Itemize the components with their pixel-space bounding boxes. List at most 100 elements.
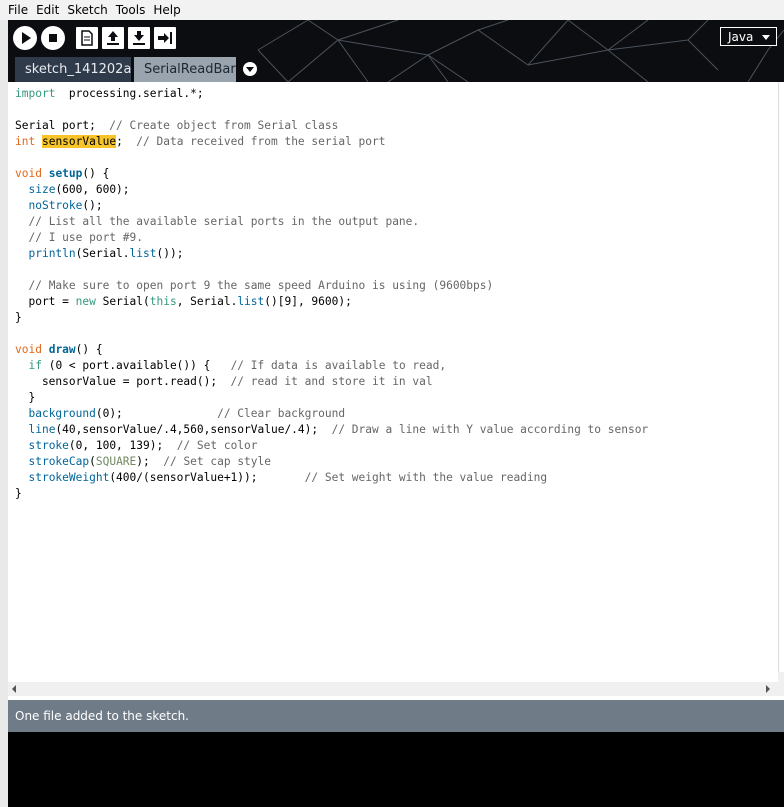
code-line[interactable]: void draw() { — [15, 342, 648, 358]
scroll-left-icon[interactable] — [12, 685, 16, 693]
code-token: ( — [89, 455, 96, 468]
code-line[interactable]: // List all the available serial ports i… — [15, 214, 648, 230]
menu-edit[interactable]: Edit — [36, 3, 59, 17]
code-token: void — [15, 167, 42, 180]
code-token: } — [15, 311, 22, 324]
export-icon — [158, 32, 172, 44]
code-token: strokeWeight — [28, 471, 110, 484]
code-line[interactable]: // Make sure to open port 9 the same spe… — [15, 278, 648, 294]
code-line[interactable]: if (0 < port.available()) { // If data i… — [15, 358, 648, 374]
chevron-down-icon — [762, 35, 770, 40]
code-line[interactable]: strokeCap(SQUARE); // Set cap style — [15, 454, 648, 470]
play-icon — [22, 32, 31, 44]
code-token: (0, 100, 139); — [68, 439, 177, 452]
code-token: if — [28, 359, 42, 372]
code-line[interactable]: import processing.serial.*; — [15, 86, 648, 102]
vertical-scrollbar[interactable] — [778, 82, 784, 682]
status-bar: One file added to the sketch. — [8, 700, 784, 732]
code-token: ()); — [156, 247, 184, 260]
code-line[interactable]: Serial port; // Create object from Seria… — [15, 118, 648, 134]
code-line[interactable]: noStroke(); — [15, 198, 648, 214]
code-token: int — [15, 135, 36, 148]
code-line[interactable]: strokeWeight(400/(sensorValue+1)); // Se… — [15, 470, 648, 486]
code-token: // If data is available to read, — [230, 359, 447, 372]
code-token: stroke — [28, 439, 69, 452]
code-line[interactable]: } — [15, 390, 648, 406]
code-token: import — [15, 87, 56, 100]
code-token: noStroke — [28, 199, 83, 212]
code-text[interactable]: import processing.serial.*; Serial port; … — [15, 86, 648, 502]
code-token: // Set color — [176, 439, 258, 452]
code-line[interactable]: } — [15, 486, 648, 502]
stop-button[interactable] — [41, 26, 65, 50]
tab-sketch-141202a[interactable]: sketch_141202a — [15, 57, 131, 82]
code-line[interactable]: } — [15, 310, 648, 326]
code-line[interactable]: stroke(0, 100, 139); // Set color — [15, 438, 648, 454]
code-line[interactable]: size(600, 600); — [15, 182, 648, 198]
code-line[interactable] — [15, 150, 648, 166]
code-token: draw — [48, 343, 76, 356]
toolbar: Java sketch_141202a SerialReadBar — [8, 20, 784, 82]
open-icon — [107, 31, 119, 45]
code-token: // Draw a line with Y value according to… — [331, 423, 649, 436]
code-token: // Set weight with the value reading — [304, 471, 548, 484]
mode-label: Java — [728, 29, 754, 44]
code-token: } — [15, 391, 36, 404]
code-line[interactable]: // I use port #9. — [15, 230, 648, 246]
code-token: port = — [15, 295, 76, 308]
code-token: Serial port; — [15, 119, 110, 132]
code-line[interactable]: void setup() { — [15, 166, 648, 182]
code-line[interactable] — [15, 326, 648, 342]
scroll-right-icon[interactable] — [766, 685, 770, 693]
code-line[interactable] — [15, 102, 648, 118]
mode-selector[interactable]: Java — [720, 27, 777, 46]
code-token: void — [15, 343, 42, 356]
open-button[interactable] — [102, 27, 124, 49]
code-token: ); — [136, 455, 157, 468]
code-token: (0); — [95, 407, 218, 420]
code-token: strokeCap — [28, 455, 90, 468]
code-token: // Clear background — [217, 407, 346, 420]
code-line[interactable]: sensorValue = port.read(); // read it an… — [15, 374, 648, 390]
code-line[interactable]: line(40,sensorValue/.4,560,sensorValue/.… — [15, 422, 648, 438]
code-editor[interactable]: import processing.serial.*; Serial port; … — [8, 82, 778, 682]
menu-file[interactable]: File — [8, 3, 28, 17]
code-token: list — [129, 247, 157, 260]
console-output[interactable] — [8, 732, 784, 807]
code-line[interactable]: port = new Serial(this, Serial.list()[9]… — [15, 294, 648, 310]
tab-serialreadbar[interactable]: SerialReadBar — [134, 57, 236, 82]
menu-tools[interactable]: Tools — [116, 3, 146, 17]
code-token: Serial( — [95, 295, 150, 308]
vertical-scrollbar-thumb[interactable] — [778, 82, 784, 672]
code-line[interactable]: background(0); // Clear background — [15, 406, 648, 422]
export-button[interactable] — [154, 27, 176, 49]
horizontal-scrollbar[interactable] — [8, 682, 784, 696]
code-token: new — [75, 295, 96, 308]
menu-sketch[interactable]: Sketch — [67, 3, 107, 17]
menu-help[interactable]: Help — [153, 3, 180, 17]
code-line[interactable]: int sensorValue; // Data received from t… — [15, 134, 648, 150]
tab-menu-chevron-icon[interactable] — [243, 62, 257, 76]
code-line[interactable]: println(Serial.list()); — [15, 246, 648, 262]
new-button[interactable] — [76, 27, 98, 49]
run-button[interactable] — [13, 26, 37, 50]
code-token: background — [28, 407, 96, 420]
code-token: // Make sure to open port 9 the same spe… — [28, 279, 494, 292]
code-token: ()[9], 9600); — [264, 295, 352, 308]
code-line[interactable] — [15, 262, 648, 278]
code-token: this — [149, 295, 177, 308]
code-token: // List all the available serial ports i… — [28, 215, 420, 228]
code-token: size — [28, 183, 56, 196]
save-button[interactable] — [128, 27, 150, 49]
code-token: ; — [116, 135, 137, 148]
code-token: // Create object from Serial class — [109, 119, 339, 132]
